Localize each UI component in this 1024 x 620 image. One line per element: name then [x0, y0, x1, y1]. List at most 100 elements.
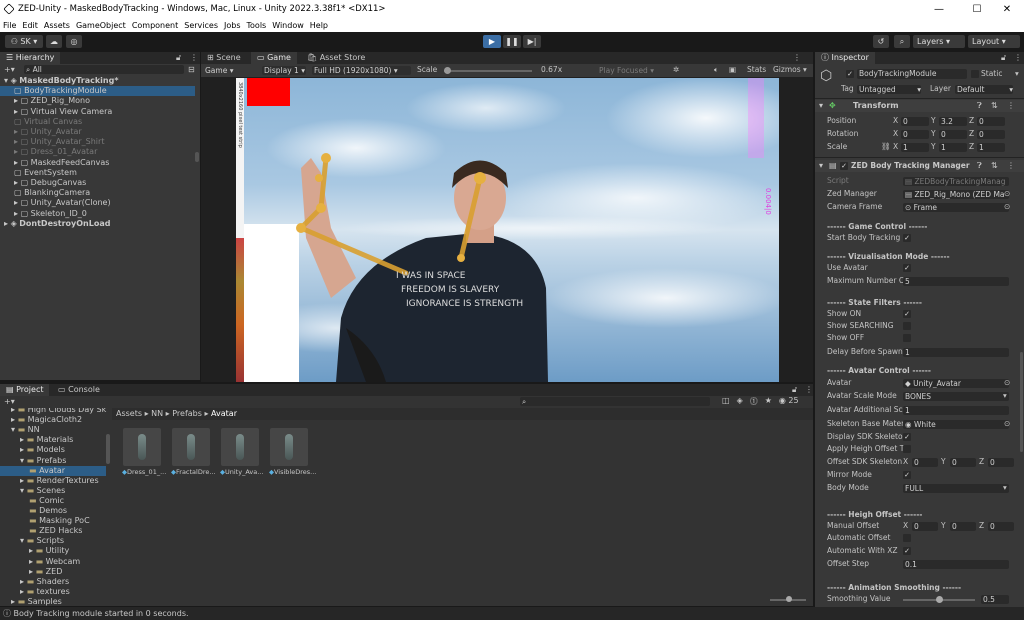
automatic-offset-checkbox[interactable] [903, 534, 911, 542]
breadcrumb-prefabs[interactable]: Prefabs [172, 409, 202, 418]
manual-offset-x-field[interactable]: 0 [912, 522, 938, 531]
frame-debug-icon[interactable]: ▣ [729, 65, 736, 75]
rot-z-field[interactable]: 0 [977, 130, 1005, 139]
hierarchy-item[interactable]: ▸ ▢ Unity_Avatar [0, 127, 195, 137]
hierarchy-search-input[interactable]: ⌕ All [24, 65, 184, 74]
status-bar[interactable]: ⓘ Body Tracking module started in 0 seco… [0, 607, 1024, 620]
hierarchy-item[interactable]: ▸ ▢ MaskedFeedCanvas [0, 158, 195, 168]
project-tree-scrollbar[interactable] [106, 434, 110, 464]
project-folder[interactable]: ▬ Avatar [0, 465, 106, 476]
tag-dropdown[interactable]: Untagged ▾ [857, 85, 921, 94]
project-folder[interactable]: ▸ ▬ ZED [0, 567, 106, 577]
menu-tools[interactable]: Tools [247, 19, 267, 32]
project-folder[interactable]: ▸ ▬ Materials [0, 435, 106, 445]
dropdown-arrow-icon[interactable]: ▾ [1003, 391, 1007, 401]
gizmos-dropdown[interactable]: Gizmos ▾ [773, 65, 807, 75]
audio-icon[interactable]: 🔈︎ [714, 65, 719, 75]
script-field[interactable]: ▤ ZEDBodyTrackingManag [903, 177, 1009, 186]
display-sdk-skeleton-checkbox[interactable]: ✓ [903, 433, 911, 441]
menu-file[interactable]: File [3, 19, 16, 32]
manual-offset-z-field[interactable]: 0 [988, 522, 1014, 531]
play-button[interactable]: ▶ [483, 35, 501, 48]
show-off-checkbox[interactable] [903, 334, 911, 342]
menu-dots-icon[interactable]: ⋮ [793, 52, 801, 64]
tab-console[interactable]: ▭ Console [52, 384, 106, 396]
display-dropdown[interactable]: Display 1 ▾ [262, 66, 306, 75]
zoom-slider-handle[interactable] [786, 596, 792, 602]
preset-icon[interactable]: ⇅ [991, 101, 998, 110]
transform-header[interactable]: ▾ ✥ Transform ❓︎ ⇅ ⋮ [815, 100, 1024, 112]
search-icon[interactable]: ⌕ [894, 35, 910, 48]
body-mode-dropdown[interactable]: FULL [903, 484, 1009, 493]
camera-frame-field[interactable]: ⊙ Frame [903, 203, 1009, 212]
menu-services[interactable]: Services [184, 19, 218, 32]
project-folder[interactable]: ▸ ▬ Shaders [0, 577, 106, 587]
menu-assets[interactable]: Assets [44, 19, 70, 32]
hierarchy-item[interactable]: ▸ ▢ ZED_Rig_Mono [0, 96, 195, 106]
object-picker-icon[interactable]: ⊙ [1004, 419, 1010, 429]
menu-jobs[interactable]: Jobs [224, 19, 241, 32]
game-mode-dropdown[interactable]: Game ▾ [203, 66, 257, 75]
static-checkbox[interactable] [971, 70, 979, 78]
show-on-checkbox[interactable]: ✓ [903, 310, 911, 318]
hierarchy-item[interactable]: ▸ ▢ Unity_Avatar_Shirt [0, 137, 195, 147]
menu-window[interactable]: Window [272, 19, 304, 32]
lock-icon[interactable]: 🔓︎ [792, 384, 797, 396]
start-body-tracking-checkbox[interactable]: ✓ [903, 234, 911, 242]
project-folder[interactable]: ▸ ▬ Utility [0, 546, 106, 556]
hierarchy-item[interactable]: ▸ ▢ Skeleton_ID_0 [0, 209, 195, 219]
project-folder[interactable]: ▾ ▬ NN [0, 425, 106, 435]
cloud-icon[interactable]: ☁ [46, 35, 62, 48]
skeleton-material-field[interactable]: ◉ White [903, 420, 1009, 429]
zoom-slider[interactable] [770, 596, 806, 602]
asset-tile[interactable]: ◆Dress_01_... [122, 428, 168, 480]
pause-button[interactable]: ❚❚ [503, 35, 521, 48]
project-folder[interactable]: ▬ Comic [0, 496, 106, 506]
resolution-dropdown[interactable]: Full HD (1920x1080) ▾ [312, 66, 411, 75]
hierarchy-item[interactable]: ▸ ▢ Dress_01_Avatar [0, 147, 195, 157]
filter-icon[interactable]: ⊟ [188, 65, 195, 74]
project-folder[interactable]: ▾ ▬ Scenes [0, 486, 106, 496]
menu-dots-icon[interactable]: ⋮ [1014, 52, 1022, 64]
project-folder[interactable]: ▸ ▬ High Clouds Day Sk [0, 408, 106, 415]
layers-dropdown[interactable]: Layers ▾ [913, 35, 965, 48]
offset-step-field[interactable]: 0.1 [903, 560, 1009, 569]
apply-heigh-offset-checkbox[interactable] [903, 445, 911, 453]
project-folder[interactable]: ▸ ▬ Webcam [0, 557, 106, 567]
name-field[interactable]: BodyTrackingModule [857, 69, 967, 79]
static-dropdown[interactable]: ▾ [1015, 69, 1019, 79]
breadcrumb-nn[interactable]: NN [151, 409, 163, 418]
asset-tile[interactable]: ◆VisibleDres... [269, 428, 316, 480]
scale-x-field[interactable]: 1 [901, 143, 929, 152]
step-button[interactable]: ▶| [523, 35, 541, 48]
minimize-button[interactable]: — [922, 0, 956, 19]
project-folder[interactable]: ▬ Demos [0, 506, 106, 516]
layout-dropdown[interactable]: Layout ▾ [968, 35, 1020, 48]
project-folder[interactable]: ▸ ▬ RenderTextures [0, 476, 106, 486]
object-picker-icon[interactable]: ⊙ [1004, 378, 1010, 388]
asset-tile[interactable]: ◆FractalDre... [171, 428, 217, 480]
component-menu-icon[interactable]: ⋮ [1007, 101, 1015, 110]
link-icon[interactable]: ⛓ [881, 142, 891, 152]
pos-y-field[interactable]: 3.2 [939, 117, 967, 126]
component-menu-icon[interactable]: ⋮ [1007, 161, 1015, 170]
breadcrumb-avatar[interactable]: Avatar [211, 409, 237, 418]
offset-sdk-x-field[interactable]: 0 [912, 458, 938, 467]
breadcrumb-assets[interactable]: Assets [116, 409, 142, 418]
show-searching-checkbox[interactable] [903, 322, 911, 330]
project-folder[interactable]: ▸ ▬ MagicaCloth2 [0, 415, 106, 425]
inspector-scrollbar[interactable] [1020, 352, 1023, 452]
create-button[interactable]: +▾ [4, 65, 20, 74]
visibility-icon[interactable]: ◉ 25 [779, 396, 799, 407]
hierarchy-item[interactable]: ▢ Virtual Canvas [0, 117, 195, 127]
automatic-with-xz-checkbox[interactable]: ✓ [903, 547, 911, 555]
offset-sdk-z-field[interactable]: 0 [988, 458, 1014, 467]
hierarchy-item[interactable]: ▸ ▢ Virtual View Camera [0, 107, 195, 117]
max-number-field[interactable]: 5 [903, 277, 1009, 286]
tab-project[interactable]: ▤ Project [0, 384, 50, 396]
manual-offset-y-field[interactable]: 0 [950, 522, 976, 531]
hierarchy-item[interactable]: ▸ ▢ DebugCanvas [0, 178, 195, 188]
object-picker-icon[interactable]: ⊙ [1004, 202, 1010, 212]
rot-y-field[interactable]: 0 [939, 130, 967, 139]
collab-icon[interactable]: ◎ [66, 35, 82, 48]
